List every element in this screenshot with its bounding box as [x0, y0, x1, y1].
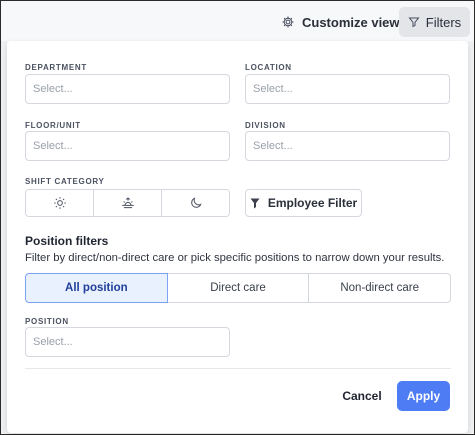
sun-icon [53, 197, 66, 209]
filters-panel: DEPARTMENT Select... LOCATION Select... … [7, 41, 468, 433]
position-placeholder: Select... [33, 336, 73, 348]
floor-unit-select[interactable]: Select... [25, 131, 230, 161]
position-filters-description: Filter by direct/non-direct care or pick… [25, 252, 445, 264]
filter-icon [408, 17, 420, 28]
division-label: DIVISION [245, 121, 286, 130]
floor-unit-label: FLOOR/UNIT [25, 121, 81, 130]
apply-button[interactable]: Apply [397, 381, 450, 411]
shift-category-label: SHIFT CATEGORY [25, 177, 105, 186]
filters-label: Filters [425, 14, 462, 30]
footer-divider [25, 368, 451, 369]
shift-evening-button[interactable] [94, 190, 162, 216]
shift-day-button[interactable] [26, 190, 94, 216]
location-placeholder: Select... [253, 83, 293, 95]
position-filters-title: Position filters [25, 234, 109, 248]
sunrise-icon [121, 197, 134, 209]
department-placeholder: Select... [33, 83, 73, 95]
gear-icon [282, 16, 294, 28]
department-select[interactable]: Select... [25, 74, 230, 104]
floor-unit-placeholder: Select... [33, 140, 73, 152]
direct-care-option[interactable]: Direct care [166, 273, 310, 303]
employee-filter-label: Employee Filter [267, 196, 358, 210]
customize-view-button[interactable]: Customize view [281, 9, 400, 35]
division-select[interactable]: Select... [245, 131, 450, 161]
shift-night-button[interactable] [162, 190, 229, 216]
all-position-option[interactable]: All position [25, 273, 168, 303]
location-label: LOCATION [245, 63, 292, 72]
department-label: DEPARTMENT [25, 63, 87, 72]
position-type-segmented-control: All position Direct care Non-direct care [25, 273, 452, 303]
location-select[interactable]: Select... [245, 74, 450, 104]
top-toolbar: Customize view Filters [1, 1, 474, 41]
cancel-button[interactable]: Cancel [337, 383, 387, 409]
funnel-icon [250, 198, 260, 208]
position-select[interactable]: Select... [25, 327, 230, 357]
customize-view-label: Customize view [302, 14, 400, 30]
background-strip-right [468, 41, 474, 433]
division-placeholder: Select... [253, 140, 293, 152]
moon-icon [190, 197, 202, 208]
position-label: POSITION [25, 317, 69, 326]
shift-category-group [25, 189, 230, 217]
filters-button[interactable]: Filters [399, 7, 470, 37]
employee-filter-button[interactable]: Employee Filter [245, 189, 362, 217]
non-direct-care-option[interactable]: Non-direct care [308, 273, 452, 303]
